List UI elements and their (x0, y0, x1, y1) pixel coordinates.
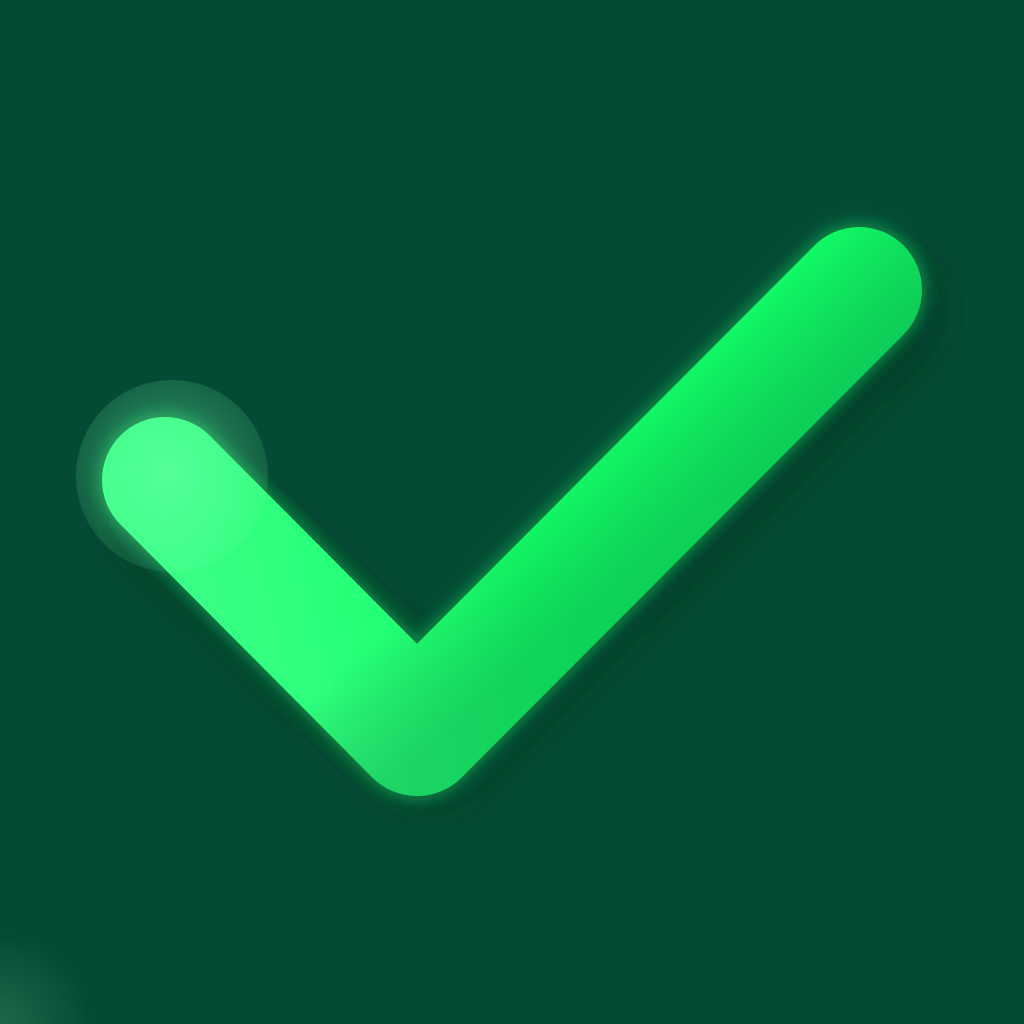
app-icon-canvas (0, 0, 1024, 1024)
checkmark-icon (76, 222, 942, 808)
